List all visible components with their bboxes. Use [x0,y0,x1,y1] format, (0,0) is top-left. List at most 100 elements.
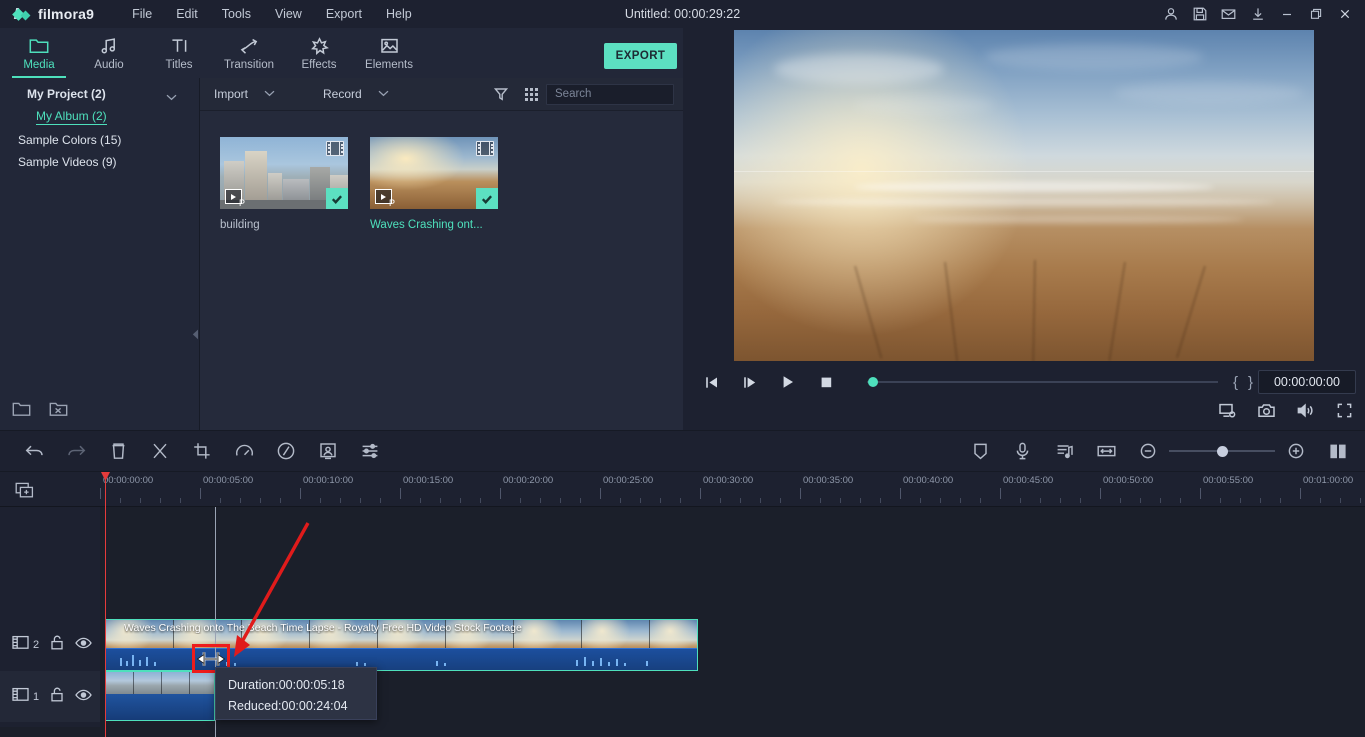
media-item-building[interactable]: P building [220,137,348,231]
menu-view[interactable]: View [263,2,314,26]
voiceover-button[interactable] [1001,430,1043,472]
track-header-video-2[interactable]: 2 [0,619,100,671]
filmora-window: filmora9 File Edit Tools View Export Hel… [0,0,1365,737]
undo-button[interactable] [13,430,55,472]
tab-audio[interactable]: Audio [74,28,144,78]
account-icon[interactable] [1156,0,1185,28]
fullscreen-icon[interactable] [1332,398,1356,422]
sidebar-item-sample-colors[interactable]: Sample Colors (15) [0,129,199,151]
ruler-major-tick [900,488,901,499]
ruler-minor-tick [980,498,981,503]
snapshot-icon[interactable] [1254,398,1278,422]
tab-media[interactable]: Media [4,28,74,78]
ruler-minor-tick [1220,498,1221,503]
seek-bar[interactable] [845,377,1228,387]
menu-file[interactable]: File [120,2,164,26]
audio-mixer-button[interactable] [349,430,391,472]
player-options-row [1215,398,1356,422]
unlock-icon[interactable] [50,635,64,655]
volume-icon[interactable] [1293,398,1317,422]
ruler-minor-tick [340,498,341,503]
media-selected-check-icon[interactable] [326,188,348,209]
crop-button[interactable] [181,430,223,472]
ruler-minor-tick [660,498,661,503]
project-settings-icon[interactable] [1215,398,1239,422]
sparkle-icon [310,36,329,56]
import-chevron-down-icon[interactable] [264,89,275,100]
sidebar-item-my-project[interactable]: My Project (2) [0,83,199,105]
timeline-bottom-strip [0,727,1365,737]
video-preview[interactable] [734,30,1314,361]
import-button[interactable]: Import [200,78,289,111]
ruler-tick-label: 00:00:55:00 [1203,475,1254,486]
record-button[interactable]: Record [309,78,403,111]
export-button[interactable]: EXPORT [604,43,677,69]
panel-collapse-handle[interactable] [190,326,200,342]
maximize-button[interactable] [1301,0,1330,28]
eye-icon[interactable] [75,636,92,654]
zoom-out-icon[interactable] [1127,430,1169,472]
mail-icon[interactable] [1214,0,1243,28]
timeline-zoom-slider[interactable] [1169,430,1275,472]
media-thumbnail[interactable]: P [220,137,348,209]
split-button[interactable] [139,430,181,472]
prev-frame-button[interactable] [693,367,731,397]
menu-edit[interactable]: Edit [164,2,210,26]
seek-track[interactable] [867,381,1218,383]
media-item-waves[interactable]: P Waves Crashing ont... [370,137,498,231]
tab-effects[interactable]: Effects [284,28,354,78]
delete-folder-icon[interactable] [49,401,68,422]
mark-out-button[interactable]: } [1243,374,1258,391]
sidebar-item-sample-videos[interactable]: Sample Videos (9) [0,151,199,173]
grid-view-icon[interactable] [516,78,546,111]
record-chevron-down-icon[interactable] [378,89,389,100]
media-toolbar: Import Record [200,78,721,111]
zoom-in-icon[interactable] [1275,430,1317,472]
search-box[interactable] [546,83,721,105]
tab-elements[interactable]: Elements [354,28,424,78]
mark-in-button[interactable]: { [1228,374,1243,391]
redo-button[interactable] [55,430,97,472]
stop-button[interactable] [807,367,845,397]
eye-icon[interactable] [75,688,92,706]
audio-detach-button[interactable] [1043,430,1085,472]
new-folder-icon[interactable] [12,401,31,422]
timeline-ruler[interactable]: 00:00:00:00 00:00:05:00 00:00:10:00 00:00:1… [100,472,1365,507]
split-view-icon[interactable] [1317,430,1359,472]
fit-timeline-button[interactable] [1085,430,1127,472]
ruler-major-tick [300,488,301,499]
media-thumbnail[interactable]: P [370,137,498,209]
color-button[interactable] [265,430,307,472]
ruler-major-tick [1300,488,1301,499]
chevron-down-icon[interactable] [166,90,177,104]
tab-titles[interactable]: Titles [144,28,214,78]
sidebar-item-my-album[interactable]: My Album (2) [0,105,199,129]
track-header-video-1[interactable]: 1 [0,671,100,722]
menu-tools[interactable]: Tools [210,2,263,26]
menu-export[interactable]: Export [314,2,374,26]
green-screen-button[interactable] [307,430,349,472]
close-button[interactable] [1330,0,1359,28]
download-icon[interactable] [1243,0,1272,28]
minimize-button[interactable] [1272,0,1301,28]
sidebar-item-sample-videos-label: Sample Videos (9) [18,155,117,169]
media-selected-check-icon[interactable] [476,188,498,209]
speed-button[interactable] [223,430,265,472]
playhead[interactable] [105,472,106,737]
filter-icon[interactable] [486,78,516,111]
ruler-major-tick [500,488,501,499]
tab-transition[interactable]: Transition [214,28,284,78]
timeline-clip-building[interactable] [105,671,215,721]
zoom-slider-knob[interactable] [1217,445,1228,457]
save-icon[interactable] [1185,0,1214,28]
seek-knob[interactable] [868,377,878,387]
unlock-icon[interactable] [50,687,64,707]
marker-button[interactable] [959,430,1001,472]
play-button[interactable] [769,367,807,397]
player-timecode[interactable]: 00:00:00:00 [1258,370,1356,394]
add-track-icon[interactable] [12,479,38,501]
delete-button[interactable] [97,430,139,472]
menu-help[interactable]: Help [374,2,424,26]
next-frame-button[interactable] [731,367,769,397]
image-icon [380,36,399,56]
